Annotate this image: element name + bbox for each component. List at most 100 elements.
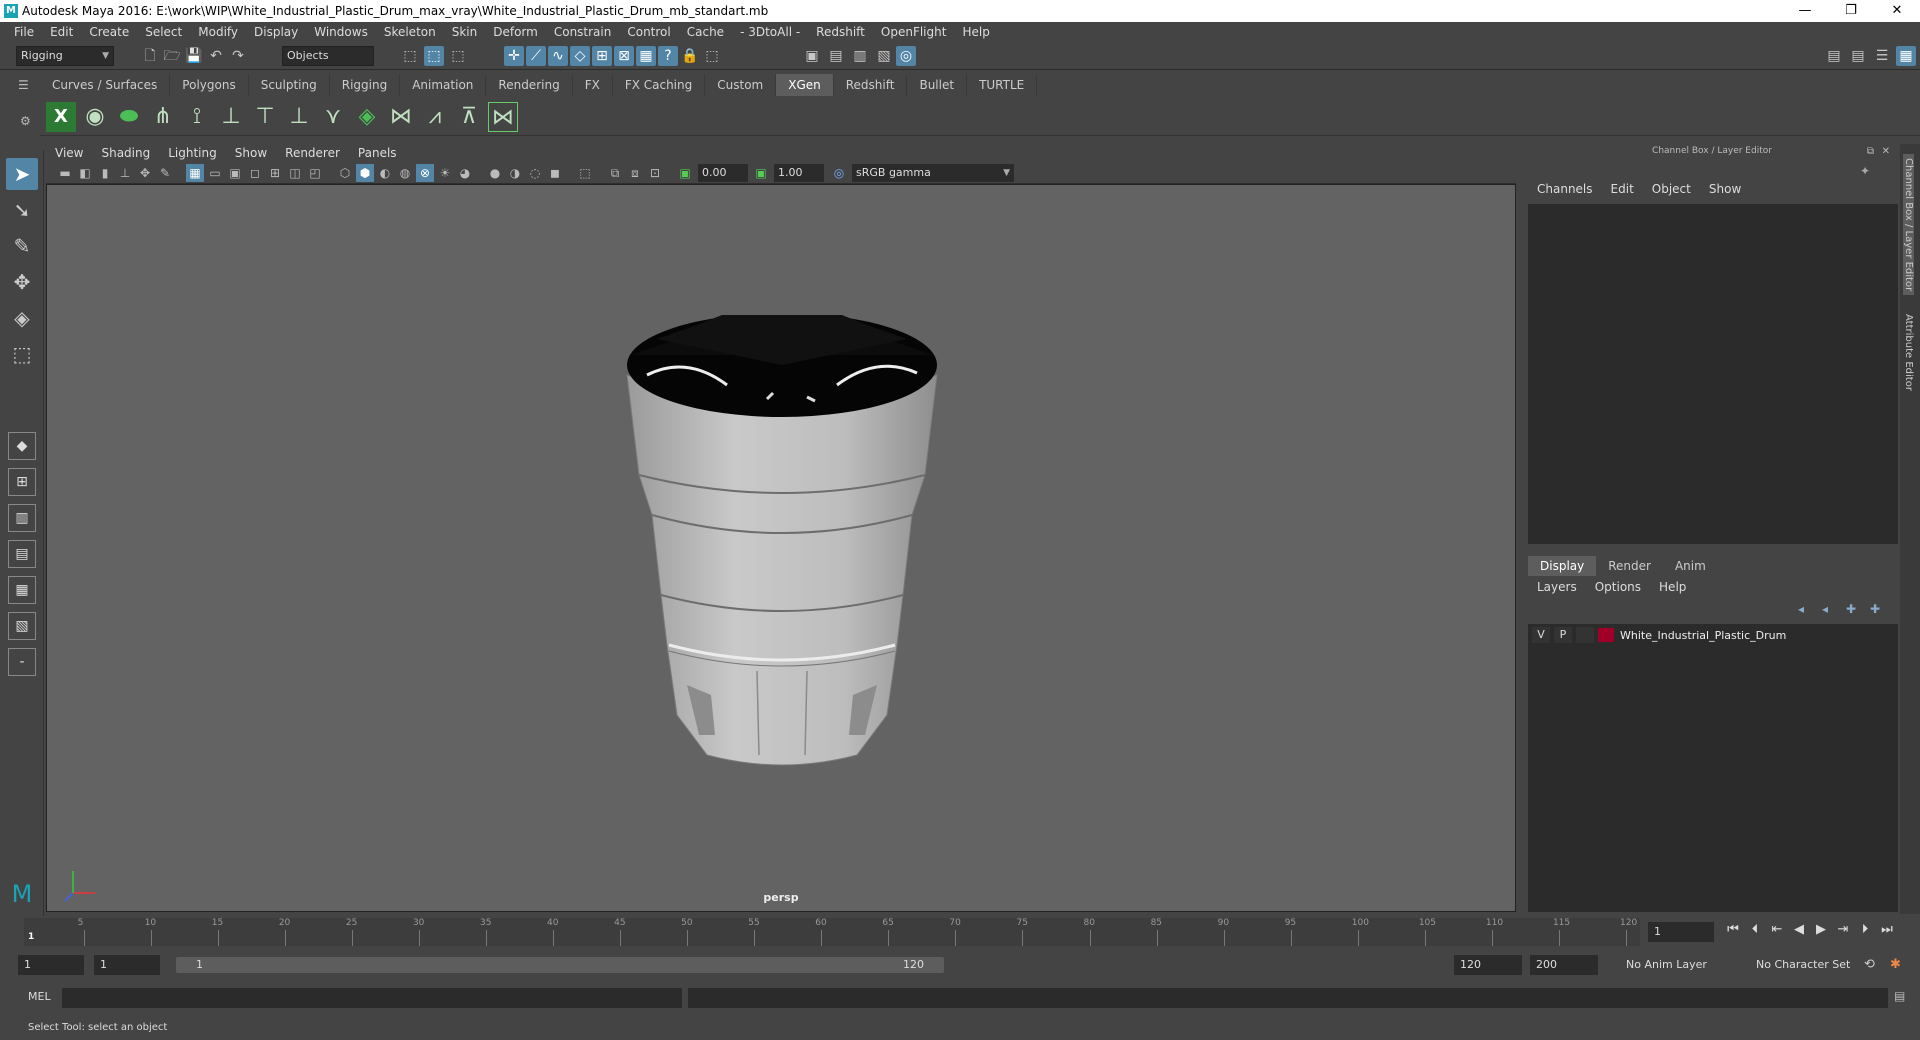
playback-start-field[interactable]: 1 [94, 955, 160, 975]
grid-toggle-icon[interactable]: ▦ [186, 164, 204, 182]
wireframe-icon[interactable]: ⬡ [336, 164, 354, 182]
float-panel-icon[interactable]: ⧉ [1867, 146, 1874, 157]
select-tool-options-icon[interactable]: ⬚ [702, 46, 722, 66]
step-back-icon[interactable]: ⏴ [1744, 922, 1766, 937]
attribute-editor-toggle-icon[interactable]: ▤ [1848, 46, 1868, 66]
snap-grid-icon[interactable]: ✛ [504, 46, 524, 66]
paint-select-tool-icon[interactable]: ✎ [6, 230, 38, 262]
lock-icon[interactable]: 🔒 [680, 46, 700, 66]
range-slider[interactable]: 1 120 [176, 957, 944, 973]
menu-create[interactable]: Create [81, 25, 137, 39]
channel-box-menu-show[interactable]: Show [1700, 182, 1750, 196]
outliner-persp-layout-icon[interactable]: ▤ [8, 540, 36, 568]
menu-display[interactable]: Display [246, 25, 306, 39]
shadows-icon[interactable]: ☀ [436, 164, 454, 182]
play-backwards-icon[interactable]: ◀ [1788, 922, 1810, 937]
xgen-groom-icon[interactable]: ⩘ [420, 102, 450, 132]
shelf-tab-animation[interactable]: Animation [400, 74, 487, 96]
viewport-menu-view[interactable]: View [46, 146, 92, 160]
exposure-icon[interactable]: ▣ [676, 164, 694, 182]
open-scene-icon[interactable]: 🗁 [162, 46, 182, 66]
multisample-aa-icon[interactable]: ◑ [506, 164, 524, 182]
motion-blur-icon[interactable]: ● [486, 164, 504, 182]
animation-end-field[interactable]: 200 [1530, 955, 1598, 975]
render-view-icon[interactable]: ▧ [874, 46, 894, 66]
layer-color-swatch[interactable] [1598, 628, 1614, 642]
xray-icon[interactable]: ⬚ [576, 164, 594, 182]
move-layer-down-icon[interactable]: ◂ [1822, 602, 1828, 616]
side-by-side-layout-icon[interactable]: ▥ [8, 504, 36, 532]
single-view-layout-icon[interactable]: ◆ [8, 432, 36, 460]
xgen-editor-icon[interactable]: X [46, 102, 76, 132]
bookmark-icon[interactable]: ▮ [96, 164, 114, 182]
xgen-create-description-icon[interactable]: ⬬ [114, 102, 144, 132]
shelf-tab-sculpting[interactable]: Sculpting [249, 74, 330, 96]
current-frame-field[interactable]: 1 [1648, 922, 1714, 942]
snap-curve-icon[interactable]: ⟋ [526, 46, 546, 66]
xgen-sculpt-guides-icon[interactable]: ⋎ [318, 102, 348, 132]
channel-box-toggle-icon[interactable]: ▦ [1896, 46, 1916, 66]
plastic-drum-model[interactable] [607, 315, 957, 805]
lasso-tool-icon[interactable]: ➘ [6, 194, 38, 226]
layer-display-type-toggle[interactable] [1576, 627, 1594, 643]
auto-key-icon[interactable]: ⟲ [1864, 957, 1875, 972]
menu-constrain[interactable]: Constrain [546, 25, 620, 39]
layer-menu-options[interactable]: Options [1586, 580, 1650, 594]
close-button[interactable]: ✕ [1874, 0, 1920, 22]
anim-layer-dropdown[interactable]: No Anim Layer [1620, 955, 1744, 975]
xray-active-components-icon[interactable]: ⧉ [606, 164, 624, 182]
collapse-layouts-icon[interactable]: - [8, 648, 36, 676]
rotate-tool-icon[interactable]: ◈ [6, 302, 38, 334]
shelf-tab-turtle[interactable]: TURTLE [967, 74, 1038, 96]
symmetry-icon[interactable]: ⊠ [614, 46, 634, 66]
go-to-start-icon[interactable]: ⏮ [1722, 922, 1744, 937]
menu-file[interactable]: File [6, 25, 42, 39]
camera-attributes-icon[interactable]: ◧ [76, 164, 94, 182]
xgen-cut-icon[interactable]: ⊼ [454, 102, 484, 132]
snap-point-icon[interactable]: ∿ [548, 46, 568, 66]
color-space-dropdown[interactable]: sRGB gamma ▼ [852, 164, 1014, 182]
shelf-tab-rigging[interactable]: Rigging [330, 74, 401, 96]
smooth-shade-icon[interactable]: ⬢ [356, 164, 374, 182]
viewport-menu-panels[interactable]: Panels [349, 146, 406, 160]
xray-joints-icon[interactable]: ⧈ [626, 164, 644, 182]
exposure-field[interactable]: 0.00 [698, 164, 748, 182]
perspective-viewport[interactable]: persp [46, 184, 1516, 912]
channel-box-menu-edit[interactable]: Edit [1602, 182, 1643, 196]
gate-mask-icon[interactable]: ◻ [246, 164, 264, 182]
textured-icon[interactable]: ◍ [396, 164, 414, 182]
xgen-add-guides-icon[interactable]: ⋔ [148, 102, 178, 132]
shelf-tab-curves-surfaces[interactable]: Curves / Surfaces [40, 74, 171, 96]
shelf-tab-custom[interactable]: Custom [705, 74, 777, 96]
safe-title-icon[interactable]: ◰ [306, 164, 324, 182]
layer-tab-display[interactable]: Display [1528, 556, 1597, 576]
use-all-lights-icon[interactable]: ⊗ [416, 164, 434, 182]
shelf-tab-rendering[interactable]: Rendering [486, 74, 573, 96]
render-settings-icon[interactable]: ▣ [802, 46, 822, 66]
layer-tab-render[interactable]: Render [1596, 556, 1663, 576]
shelf-tab-polygons[interactable]: Polygons [170, 74, 249, 96]
camera-select-icon[interactable]: ▬ [56, 164, 74, 182]
hypershade-persp-layout-icon[interactable]: ▧ [8, 612, 36, 640]
command-language-label[interactable]: MEL [28, 990, 51, 1003]
minimize-button[interactable]: — [1782, 0, 1828, 22]
viewport-menu-lighting[interactable]: Lighting [159, 146, 226, 160]
layer-menu-help[interactable]: Help [1650, 580, 1695, 594]
resolution-gate-icon[interactable]: ▣ [226, 164, 244, 182]
shelf-tab-fx-caching[interactable]: FX Caching [613, 74, 706, 96]
safe-action-icon[interactable]: ◫ [286, 164, 304, 182]
layer-playback-toggle[interactable]: P [1554, 627, 1572, 643]
field-chart-icon[interactable]: ⊞ [266, 164, 284, 182]
preferences-icon[interactable]: ✱ [1890, 957, 1901, 972]
menu-openflight[interactable]: OpenFlight [873, 25, 955, 39]
menu-3dtoall[interactable]: - 3DtoAll - [732, 25, 808, 39]
scale-tool-icon[interactable]: ⬚ [6, 338, 38, 370]
select-by-component-icon[interactable]: ⬚ [448, 46, 468, 66]
menu-select[interactable]: Select [137, 25, 190, 39]
wireframe-on-shaded-icon[interactable]: ◐ [376, 164, 394, 182]
undo-icon[interactable]: ↶ [206, 46, 226, 66]
layer-menu-layers[interactable]: Layers [1528, 580, 1586, 594]
color-management-icon[interactable]: ◎ [830, 164, 848, 182]
layer-tab-anim[interactable]: Anim [1663, 556, 1718, 576]
animation-start-field[interactable]: 1 [18, 955, 84, 975]
